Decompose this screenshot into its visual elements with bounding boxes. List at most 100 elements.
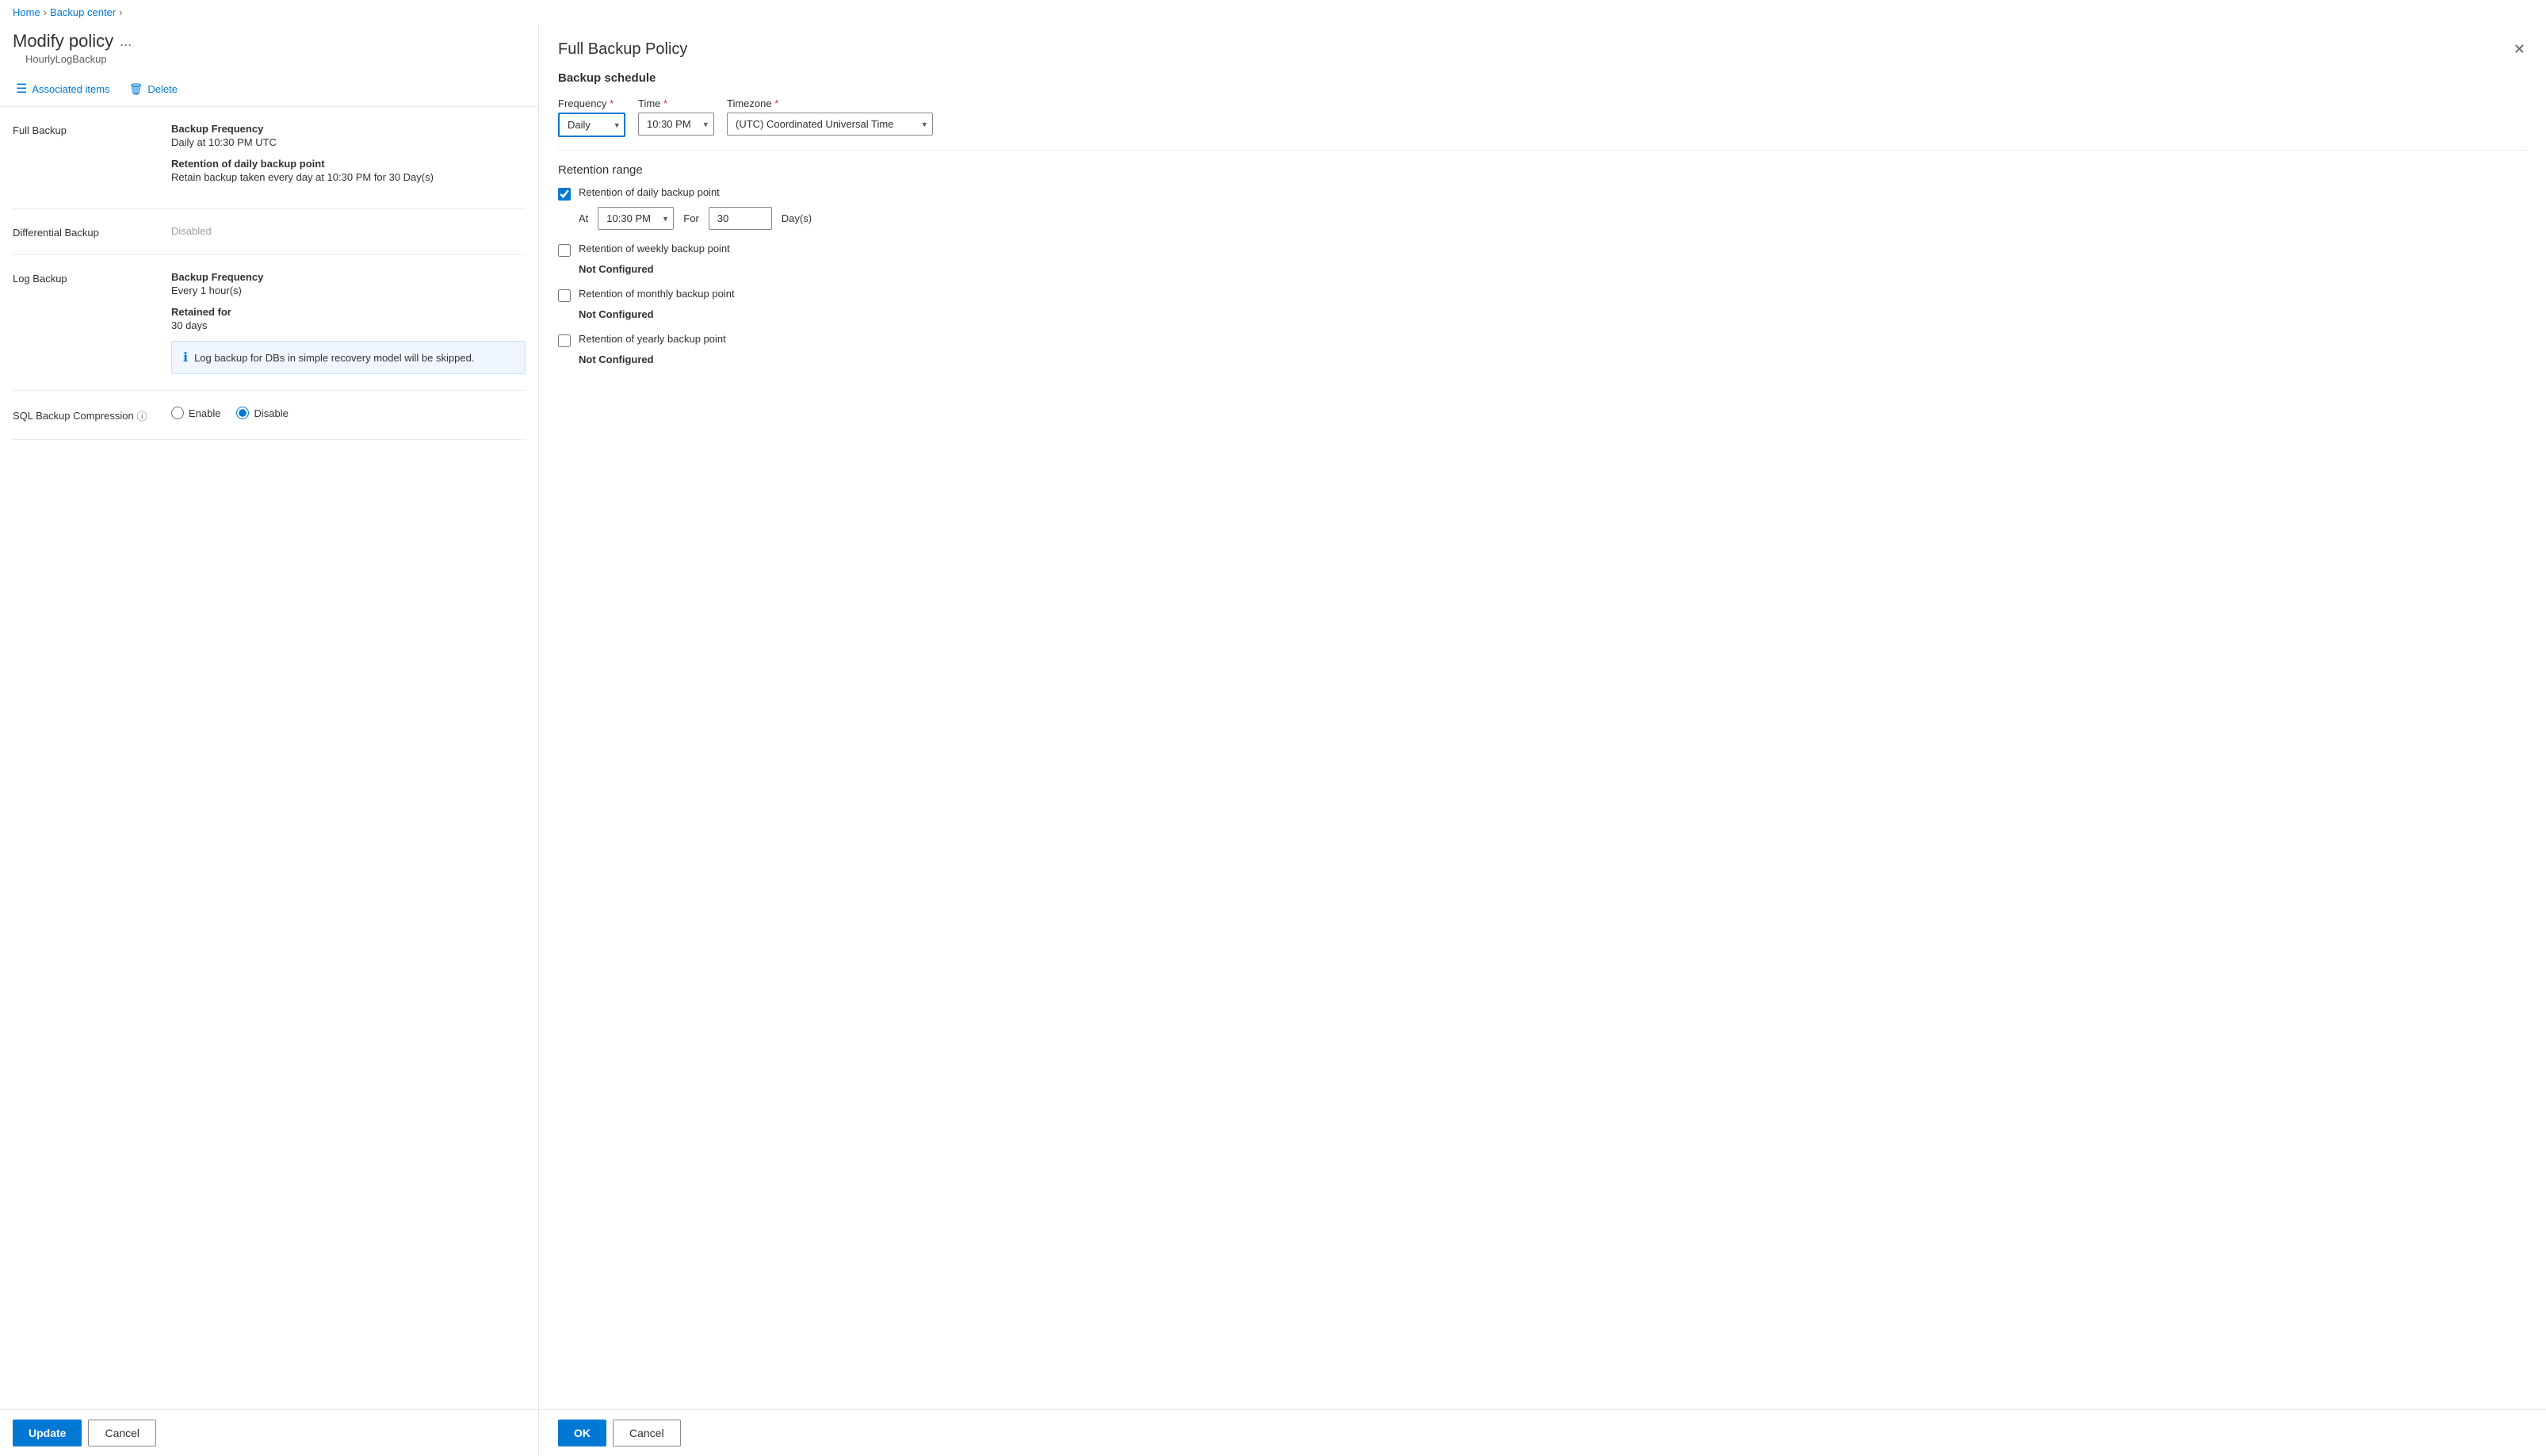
time-select[interactable]: 10:30 PM 11:00 PM 12:00 AM: [638, 113, 714, 136]
associated-items-label: Associated items: [32, 83, 109, 95]
retention-daily-group: Retention of daily backup point Retain b…: [171, 158, 526, 183]
daily-checkbox-row: Retention of daily backup point: [558, 186, 2527, 201]
close-button[interactable]: ✕: [2512, 40, 2527, 58]
log-info-box: ℹ Log backup for DBs in simple recovery …: [171, 341, 526, 374]
policy-subtitle: HourlyLogBackup: [13, 52, 526, 71]
daily-inputs: At 10:30 PM For Day(s): [579, 207, 2527, 230]
right-panel: Full Backup Policy ✕ Backup schedule Fre…: [539, 25, 2546, 1409]
breadcrumb-sep2: ›: [119, 6, 122, 18]
sql-compression-label-row: SQL Backup Compression ⓘ: [13, 407, 171, 423]
log-info-message: Log backup for DBs in simple recovery mo…: [194, 352, 474, 364]
right-cancel-button[interactable]: Cancel: [613, 1420, 681, 1446]
sql-compression-radio-group: Enable Disable: [171, 407, 526, 419]
right-panel-header: Full Backup Policy ✕: [539, 25, 2546, 71]
full-backup-content: Backup Frequency Daily at 10:30 PM UTC R…: [171, 123, 526, 193]
log-frequency-name: Backup Frequency: [171, 271, 526, 283]
daily-at-select-wrapper: 10:30 PM: [598, 207, 674, 230]
left-header: Modify policy ... HourlyLogBackup: [0, 25, 538, 71]
daily-unit: Day(s): [782, 212, 812, 224]
backup-frequency-group: Backup Frequency Daily at 10:30 PM UTC: [171, 123, 526, 148]
enable-label: Enable: [189, 407, 220, 419]
frequency-label: Frequency *: [558, 97, 625, 109]
weekly-not-configured: Not Configured: [579, 263, 2527, 275]
daily-for-input[interactable]: [709, 207, 772, 230]
timezone-field: Timezone * (UTC) Coordinated Universal T…: [727, 97, 933, 137]
timezone-label: Timezone *: [727, 97, 933, 109]
info-icon: ℹ: [183, 350, 188, 365]
yearly-not-configured: Not Configured: [579, 353, 2527, 365]
retention-range-title: Retention range: [558, 163, 2527, 177]
daily-checkbox-label: Retention of daily backup point: [579, 186, 720, 198]
weekly-checkbox[interactable]: [558, 244, 571, 257]
timezone-select-wrapper: (UTC) Coordinated Universal Time: [727, 113, 933, 136]
left-footer: Update Cancel: [0, 1410, 539, 1456]
update-button[interactable]: Update: [13, 1420, 82, 1446]
time-required: *: [663, 97, 667, 109]
left-content: Full Backup Backup Frequency Daily at 10…: [0, 107, 538, 1409]
panel-title: Full Backup Policy: [558, 40, 687, 59]
log-retention-value: 30 days: [171, 319, 526, 331]
daily-detail: At 10:30 PM For Day(s): [579, 207, 2527, 230]
right-panel-content: Backup schedule Frequency * Daily Weekly: [539, 71, 2546, 1409]
retention-daily-value: Retain backup taken every day at 10:30 P…: [171, 171, 526, 183]
enable-radio[interactable]: [171, 407, 184, 419]
differential-backup-label: Differential Backup: [13, 225, 171, 239]
time-label: Time *: [638, 97, 714, 109]
sql-compression-section: SQL Backup Compression ⓘ Enable Disable: [13, 391, 526, 440]
disable-radio-item[interactable]: Disable: [236, 407, 288, 419]
differential-backup-content: Disabled: [171, 225, 526, 239]
toolbar: ☰ Associated items 🗑 Delete: [0, 71, 538, 107]
timezone-select[interactable]: (UTC) Coordinated Universal Time: [727, 113, 933, 136]
backup-schedule-title: Backup schedule: [558, 71, 2527, 85]
breadcrumb-backup-center[interactable]: Backup center: [50, 6, 116, 18]
disable-radio[interactable]: [236, 407, 249, 419]
left-cancel-button[interactable]: Cancel: [88, 1420, 156, 1446]
yearly-checkbox-row: Retention of yearly backup point: [558, 333, 2527, 347]
backup-frequency-value: Daily at 10:30 PM UTC: [171, 136, 526, 148]
retention-daily-name: Retention of daily backup point: [171, 158, 526, 170]
log-retention-name: Retained for: [171, 306, 526, 318]
differential-disabled: Disabled: [171, 225, 526, 237]
enable-radio-item[interactable]: Enable: [171, 407, 220, 419]
ok-button[interactable]: OK: [558, 1420, 606, 1446]
more-options-button[interactable]: ...: [120, 33, 132, 50]
page-title-row: Modify policy ...: [13, 31, 526, 52]
frequency-select[interactable]: Daily Weekly: [558, 113, 625, 137]
log-retention-group: Retained for 30 days: [171, 306, 526, 331]
frequency-required: *: [610, 97, 614, 109]
breadcrumb-home[interactable]: Home: [13, 6, 40, 18]
differential-backup-section: Differential Backup Disabled: [13, 209, 526, 255]
breadcrumb-sep1: ›: [44, 6, 47, 18]
right-footer: OK Cancel: [539, 1410, 2546, 1456]
monthly-checkbox-row: Retention of monthly backup point: [558, 288, 2527, 302]
footer: Update Cancel OK Cancel: [0, 1409, 2546, 1456]
monthly-checkbox-label: Retention of monthly backup point: [579, 288, 735, 300]
daily-at-label: At: [579, 212, 588, 224]
full-backup-label: Full Backup: [13, 123, 171, 193]
page-title: Modify policy: [13, 31, 113, 52]
backup-schedule-section: Backup schedule Frequency * Daily Weekly: [558, 71, 2527, 137]
full-backup-section: Full Backup Backup Frequency Daily at 10…: [13, 107, 526, 209]
monthly-not-configured: Not Configured: [579, 308, 2527, 320]
delete-button[interactable]: 🗑 Delete: [126, 79, 181, 99]
log-frequency-value: Every 1 hour(s): [171, 285, 526, 296]
backup-frequency-name: Backup Frequency: [171, 123, 526, 135]
sql-compression-label: SQL Backup Compression: [13, 410, 134, 422]
weekly-checkbox-row: Retention of weekly backup point: [558, 243, 2527, 257]
schedule-divider: [558, 150, 2527, 151]
yearly-checkbox[interactable]: [558, 334, 571, 347]
sql-compression-info-icon: ⓘ: [137, 408, 147, 423]
disable-label: Disable: [254, 407, 288, 419]
weekly-checkbox-label: Retention of weekly backup point: [579, 243, 730, 254]
log-frequency-group: Backup Frequency Every 1 hour(s): [171, 271, 526, 296]
monthly-checkbox[interactable]: [558, 289, 571, 302]
daily-at-select[interactable]: 10:30 PM: [598, 207, 674, 230]
associated-items-button[interactable]: ☰ Associated items: [13, 78, 113, 100]
retention-range-section: Retention range Retention of daily backu…: [558, 163, 2527, 365]
daily-checkbox[interactable]: [558, 188, 571, 201]
schedule-form-row: Frequency * Daily Weekly: [558, 97, 2527, 137]
delete-icon: 🗑: [129, 82, 143, 96]
time-field: Time * 10:30 PM 11:00 PM 12:00 AM: [638, 97, 714, 137]
left-panel: Modify policy ... HourlyLogBackup ☰ Asso…: [0, 25, 539, 1409]
list-icon: ☰: [16, 81, 27, 97]
